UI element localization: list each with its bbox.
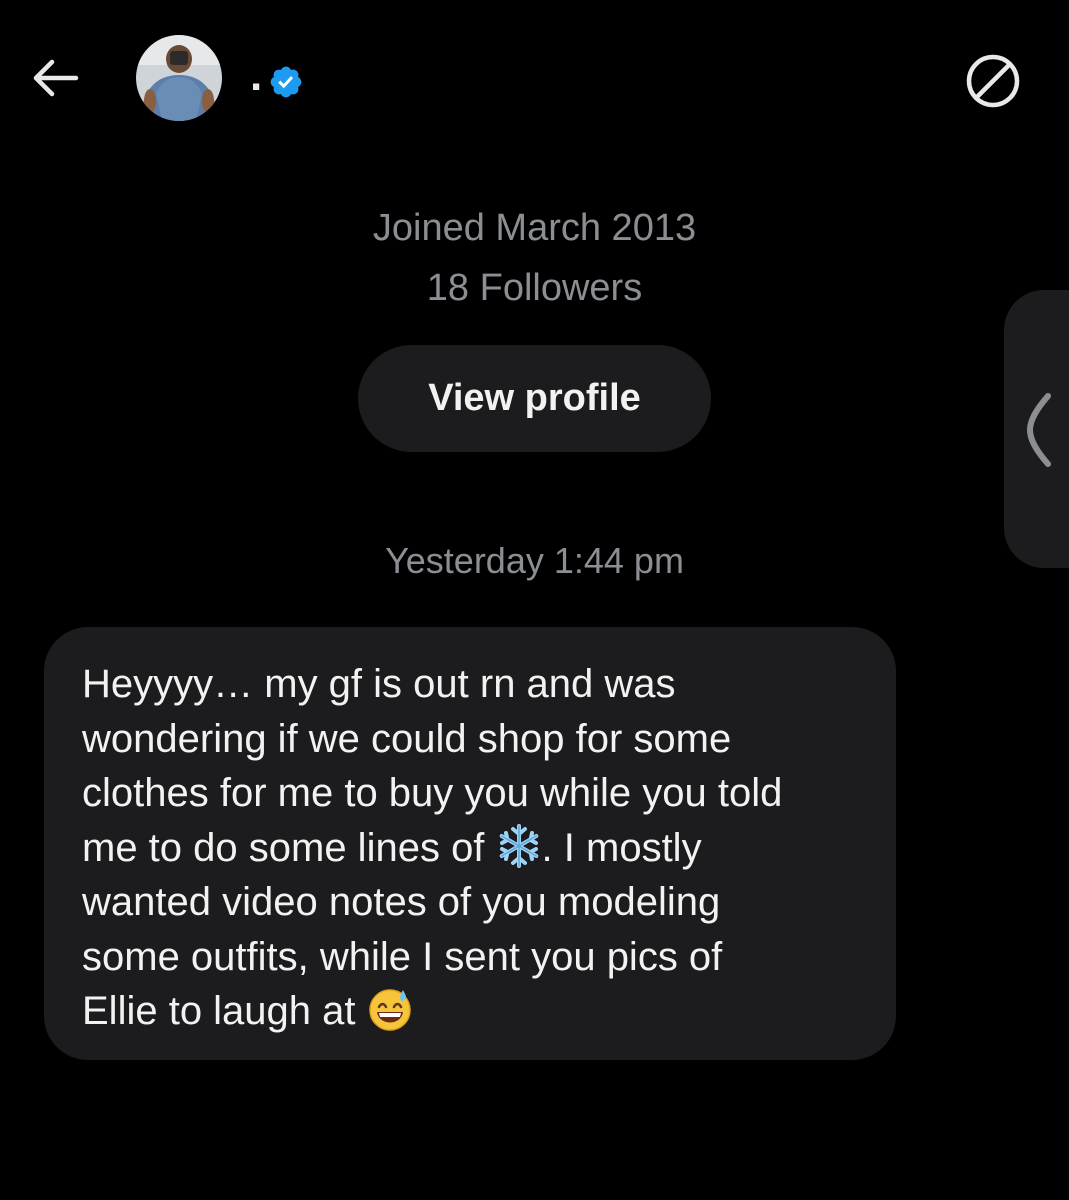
message-line: wondering if we could shop for some: [82, 716, 732, 761]
message-text: Heyyyy… my gf is out rn and was wondering…: [82, 657, 860, 1039]
avatar[interactable]: [136, 35, 222, 121]
message-line: some outfits, while I sent you pics of: [82, 934, 723, 979]
message-fragment: Ellie to laugh at: [82, 989, 367, 1033]
block-icon: [966, 54, 1020, 108]
grinning-face-with-sweat-emoji: [368, 989, 411, 1031]
back-button[interactable]: [30, 56, 80, 100]
verified-badge-icon: [270, 66, 302, 98]
message-timestamp: Yesterday 1:44 pm: [385, 540, 684, 581]
message-bubble[interactable]: Heyyyy… my gf is out rn and was wondering…: [44, 627, 896, 1060]
joined-date: Joined March 2013: [372, 207, 697, 249]
user-name-area[interactable]: .: [250, 54, 304, 102]
message-line: me to do some lines of . I mostly: [82, 821, 860, 876]
message-line: Heyyyy… my gf is out rn and was: [82, 662, 676, 706]
followers-count: 18 Followers: [426, 267, 643, 309]
message-line: clothes for me to buy you while you told: [82, 771, 783, 815]
chevron-left-icon: [1026, 393, 1051, 467]
view-profile-button[interactable]: View profile: [358, 345, 711, 452]
message-fragment: me to do some lines of: [82, 825, 496, 870]
avatar-image: [136, 35, 222, 121]
snowflake-emoji: [499, 823, 538, 868]
message-fragment: . I mostly: [541, 825, 702, 870]
message-line: wanted video notes of you modeling: [82, 880, 721, 924]
block-button[interactable]: [964, 52, 1022, 110]
display-name: .: [250, 51, 263, 100]
message-line: Ellie to laugh at: [82, 984, 860, 1039]
edge-panel-handle[interactable]: [1004, 290, 1069, 568]
back-arrow-icon: [33, 59, 79, 97]
